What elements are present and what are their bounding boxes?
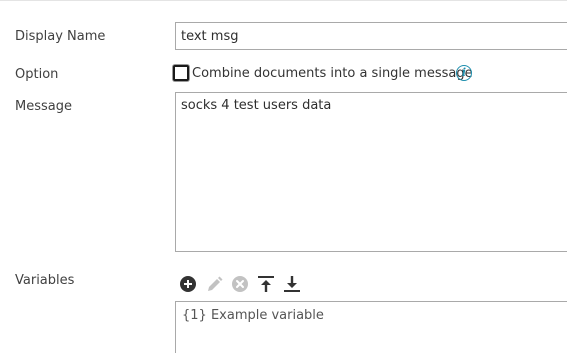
message-label: Message <box>15 99 72 114</box>
send-message-form: Display Name Option Combine documents in… <box>0 0 567 353</box>
move-variable-top-button[interactable] <box>256 273 276 295</box>
combine-documents-checkbox[interactable] <box>173 65 189 81</box>
pencil-icon <box>208 276 223 291</box>
list-item[interactable]: {1} Example variable <box>182 308 324 324</box>
remove-circle-icon <box>232 276 248 292</box>
display-name-label: Display Name <box>15 29 106 44</box>
top-divider <box>0 0 567 1</box>
variables-list[interactable]: {1} Example variable <box>175 301 567 353</box>
edit-variable-button[interactable] <box>204 273 224 295</box>
move-to-bottom-icon <box>284 276 300 292</box>
info-icon[interactable]: i <box>456 65 472 81</box>
delete-variable-button[interactable] <box>230 273 250 295</box>
variables-label: Variables <box>15 273 75 288</box>
move-variable-bottom-button[interactable] <box>282 273 302 295</box>
add-variable-button[interactable] <box>178 273 198 295</box>
add-circle-icon <box>180 276 196 292</box>
display-name-input[interactable] <box>175 22 567 50</box>
option-label: Option <box>15 67 59 82</box>
message-textarea[interactable]: socks 4 test users data <box>175 92 567 252</box>
move-to-top-icon <box>258 276 274 292</box>
combine-documents-label[interactable]: Combine documents into a single message <box>192 66 473 82</box>
